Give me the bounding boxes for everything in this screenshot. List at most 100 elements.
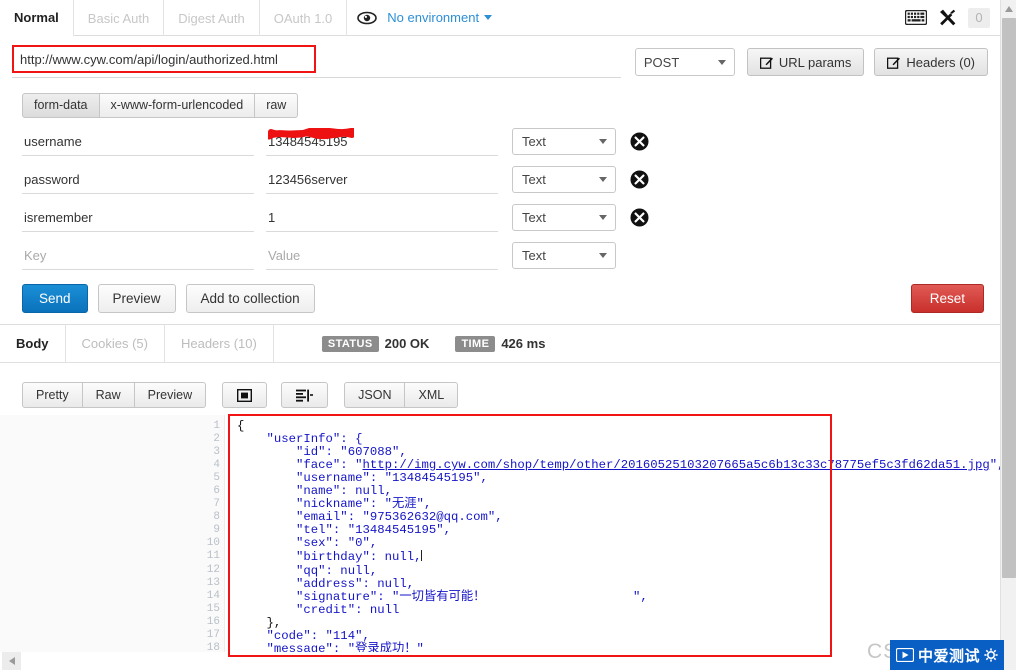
body-type-form-data-label: form-data: [34, 98, 88, 112]
table-row: username 13484545195 Text: [22, 122, 1000, 160]
url-params-button[interactable]: URL params: [746, 48, 865, 76]
reset-button[interactable]: Reset: [910, 283, 984, 313]
request-actions: Send Preview Add to collection Reset: [0, 275, 1000, 321]
headers-button[interactable]: Headers (0): [874, 48, 988, 76]
scroll-left-arrow[interactable]: [2, 652, 21, 670]
param-type-value: Text: [522, 171, 546, 187]
format-preview-label: Preview: [147, 388, 193, 402]
request-url-row: POST URL params Headers (0): [0, 37, 1000, 87]
reset-button-label: Reset: [929, 290, 965, 306]
format-raw-button[interactable]: Raw: [82, 382, 135, 408]
blue-watermark-text: 中爱测试: [917, 647, 980, 665]
body-type-raw[interactable]: raw: [255, 92, 299, 118]
param-key-value: username: [24, 133, 82, 149]
delete-row-icon[interactable]: [630, 208, 649, 227]
url-field-wrapper: [12, 45, 621, 79]
environment-label: No environment: [387, 10, 480, 25]
delete-row-icon[interactable]: [630, 132, 649, 151]
url-params-label: URL params: [778, 54, 852, 70]
param-value-cell[interactable]: 13484545195: [266, 122, 498, 160]
param-key-value: password: [24, 171, 80, 187]
chevron-down-icon: [717, 60, 726, 65]
response-format-toolbar: Pretty Raw Preview JSON XML: [0, 375, 1000, 415]
request-counter-value: 0: [975, 10, 983, 25]
format-pretty-button[interactable]: Pretty: [22, 382, 83, 408]
response-json-code[interactable]: { "userInfo": { "id": "607088", "face": …: [225, 415, 1000, 655]
param-value-text: 123456server: [268, 171, 348, 187]
scroll-up-arrow[interactable]: [1001, 0, 1016, 17]
topbar-right-tools: 0: [905, 0, 1000, 35]
time-badge: TIME: [455, 335, 496, 352]
param-type-value: Text: [522, 133, 546, 149]
eye-icon[interactable]: [347, 0, 385, 35]
field-underline: [22, 193, 254, 194]
tab-basic-auth[interactable]: Basic Auth: [74, 0, 165, 36]
tab-digest-auth-label: Digest Auth: [178, 10, 245, 26]
time-value: 426 ms: [501, 336, 546, 351]
body-type-urlencoded[interactable]: x-www-form-urlencoded: [99, 92, 256, 118]
add-to-collection-button[interactable]: Add to collection: [185, 283, 315, 313]
param-value-cell-empty[interactable]: Value: [266, 236, 498, 274]
http-method-select[interactable]: POST: [634, 48, 735, 76]
lang-xml-button[interactable]: XML: [405, 382, 459, 408]
param-key-cell[interactable]: isremember: [22, 198, 254, 236]
param-key-cell[interactable]: password: [22, 160, 254, 198]
tab-cookies[interactable]: Cookies (5): [66, 325, 165, 362]
environment-selector[interactable]: No environment: [385, 0, 493, 35]
delete-row-icon[interactable]: [630, 170, 649, 189]
preview-button[interactable]: Preview: [97, 283, 176, 313]
param-value-cell[interactable]: 123456server: [266, 160, 498, 198]
lang-json-label: JSON: [358, 388, 392, 402]
send-button[interactable]: Send: [22, 283, 88, 313]
triangle-left-icon: [8, 657, 15, 665]
tab-normal-label: Normal: [14, 10, 59, 25]
tab-digest-auth[interactable]: Digest Auth: [164, 0, 260, 36]
wrench-screwdriver-icon[interactable]: [939, 9, 956, 26]
keyboard-icon[interactable]: [905, 10, 927, 25]
chevron-down-icon: [599, 215, 607, 220]
param-type-select[interactable]: Text: [512, 127, 616, 155]
param-key-placeholder: Key: [24, 247, 47, 263]
status-value: 200 OK: [384, 336, 430, 351]
table-row: isremember 1 Text: [22, 198, 1000, 236]
wrap-lines-button[interactable]: [281, 382, 329, 408]
format-preview-button[interactable]: Preview: [134, 382, 207, 408]
fullscreen-icon: [237, 388, 253, 402]
tab-body-label: Body: [16, 336, 49, 351]
param-type-select[interactable]: Text: [512, 241, 616, 269]
param-type-value: Text: [522, 247, 546, 263]
line-number-gutter: 1 2 3 4 5 6 7 8 9 10 11 12 13 14 15 16 1…: [0, 415, 225, 655]
format-mode-group: Pretty Raw Preview: [22, 382, 207, 408]
send-button-label: Send: [39, 290, 71, 306]
tab-headers[interactable]: Headers (10): [165, 325, 274, 362]
body-type-form-data[interactable]: form-data: [22, 92, 100, 118]
param-key-value: isremember: [24, 209, 93, 225]
vertical-scroll-thumb[interactable]: [1002, 18, 1016, 578]
param-value-cell[interactable]: 1: [266, 198, 498, 236]
tab-cookies-label: Cookies (5): [81, 336, 148, 351]
tab-oauth-1-label: OAuth 1.0: [273, 10, 333, 26]
request-counter[interactable]: 0: [968, 7, 990, 28]
tab-normal[interactable]: Normal: [0, 0, 74, 37]
tab-basic-auth-label: Basic Auth: [87, 10, 150, 26]
field-underline: [266, 231, 498, 232]
lang-json-button[interactable]: JSON: [344, 382, 406, 408]
tab-oauth-1[interactable]: OAuth 1.0: [260, 0, 348, 36]
param-key-cell-empty[interactable]: Key: [22, 236, 254, 274]
blue-watermark: 中爱测试: [889, 640, 1004, 670]
auth-tab-bar: Normal Basic Auth Digest Auth OAuth 1.0 …: [0, 0, 1000, 37]
wrap-lines-group: [281, 382, 329, 408]
url-input[interactable]: [12, 45, 316, 73]
play-badge-icon: [895, 648, 914, 662]
tab-body[interactable]: Body: [0, 325, 66, 362]
vertical-scrollbar[interactable]: [1000, 0, 1016, 670]
field-underline: [266, 155, 498, 156]
param-type-select[interactable]: Text: [512, 165, 616, 193]
triangle-up-icon: [1005, 5, 1013, 12]
param-type-select[interactable]: Text: [512, 203, 616, 231]
response-body-viewer[interactable]: 1 2 3 4 5 6 7 8 9 10 11 12 13 14 15 16 1…: [0, 415, 1000, 655]
horizontal-scrollbar[interactable]: [0, 652, 1000, 670]
param-key-cell[interactable]: username: [22, 122, 254, 160]
url-underline: [12, 77, 621, 78]
fullscreen-button[interactable]: [222, 382, 268, 408]
